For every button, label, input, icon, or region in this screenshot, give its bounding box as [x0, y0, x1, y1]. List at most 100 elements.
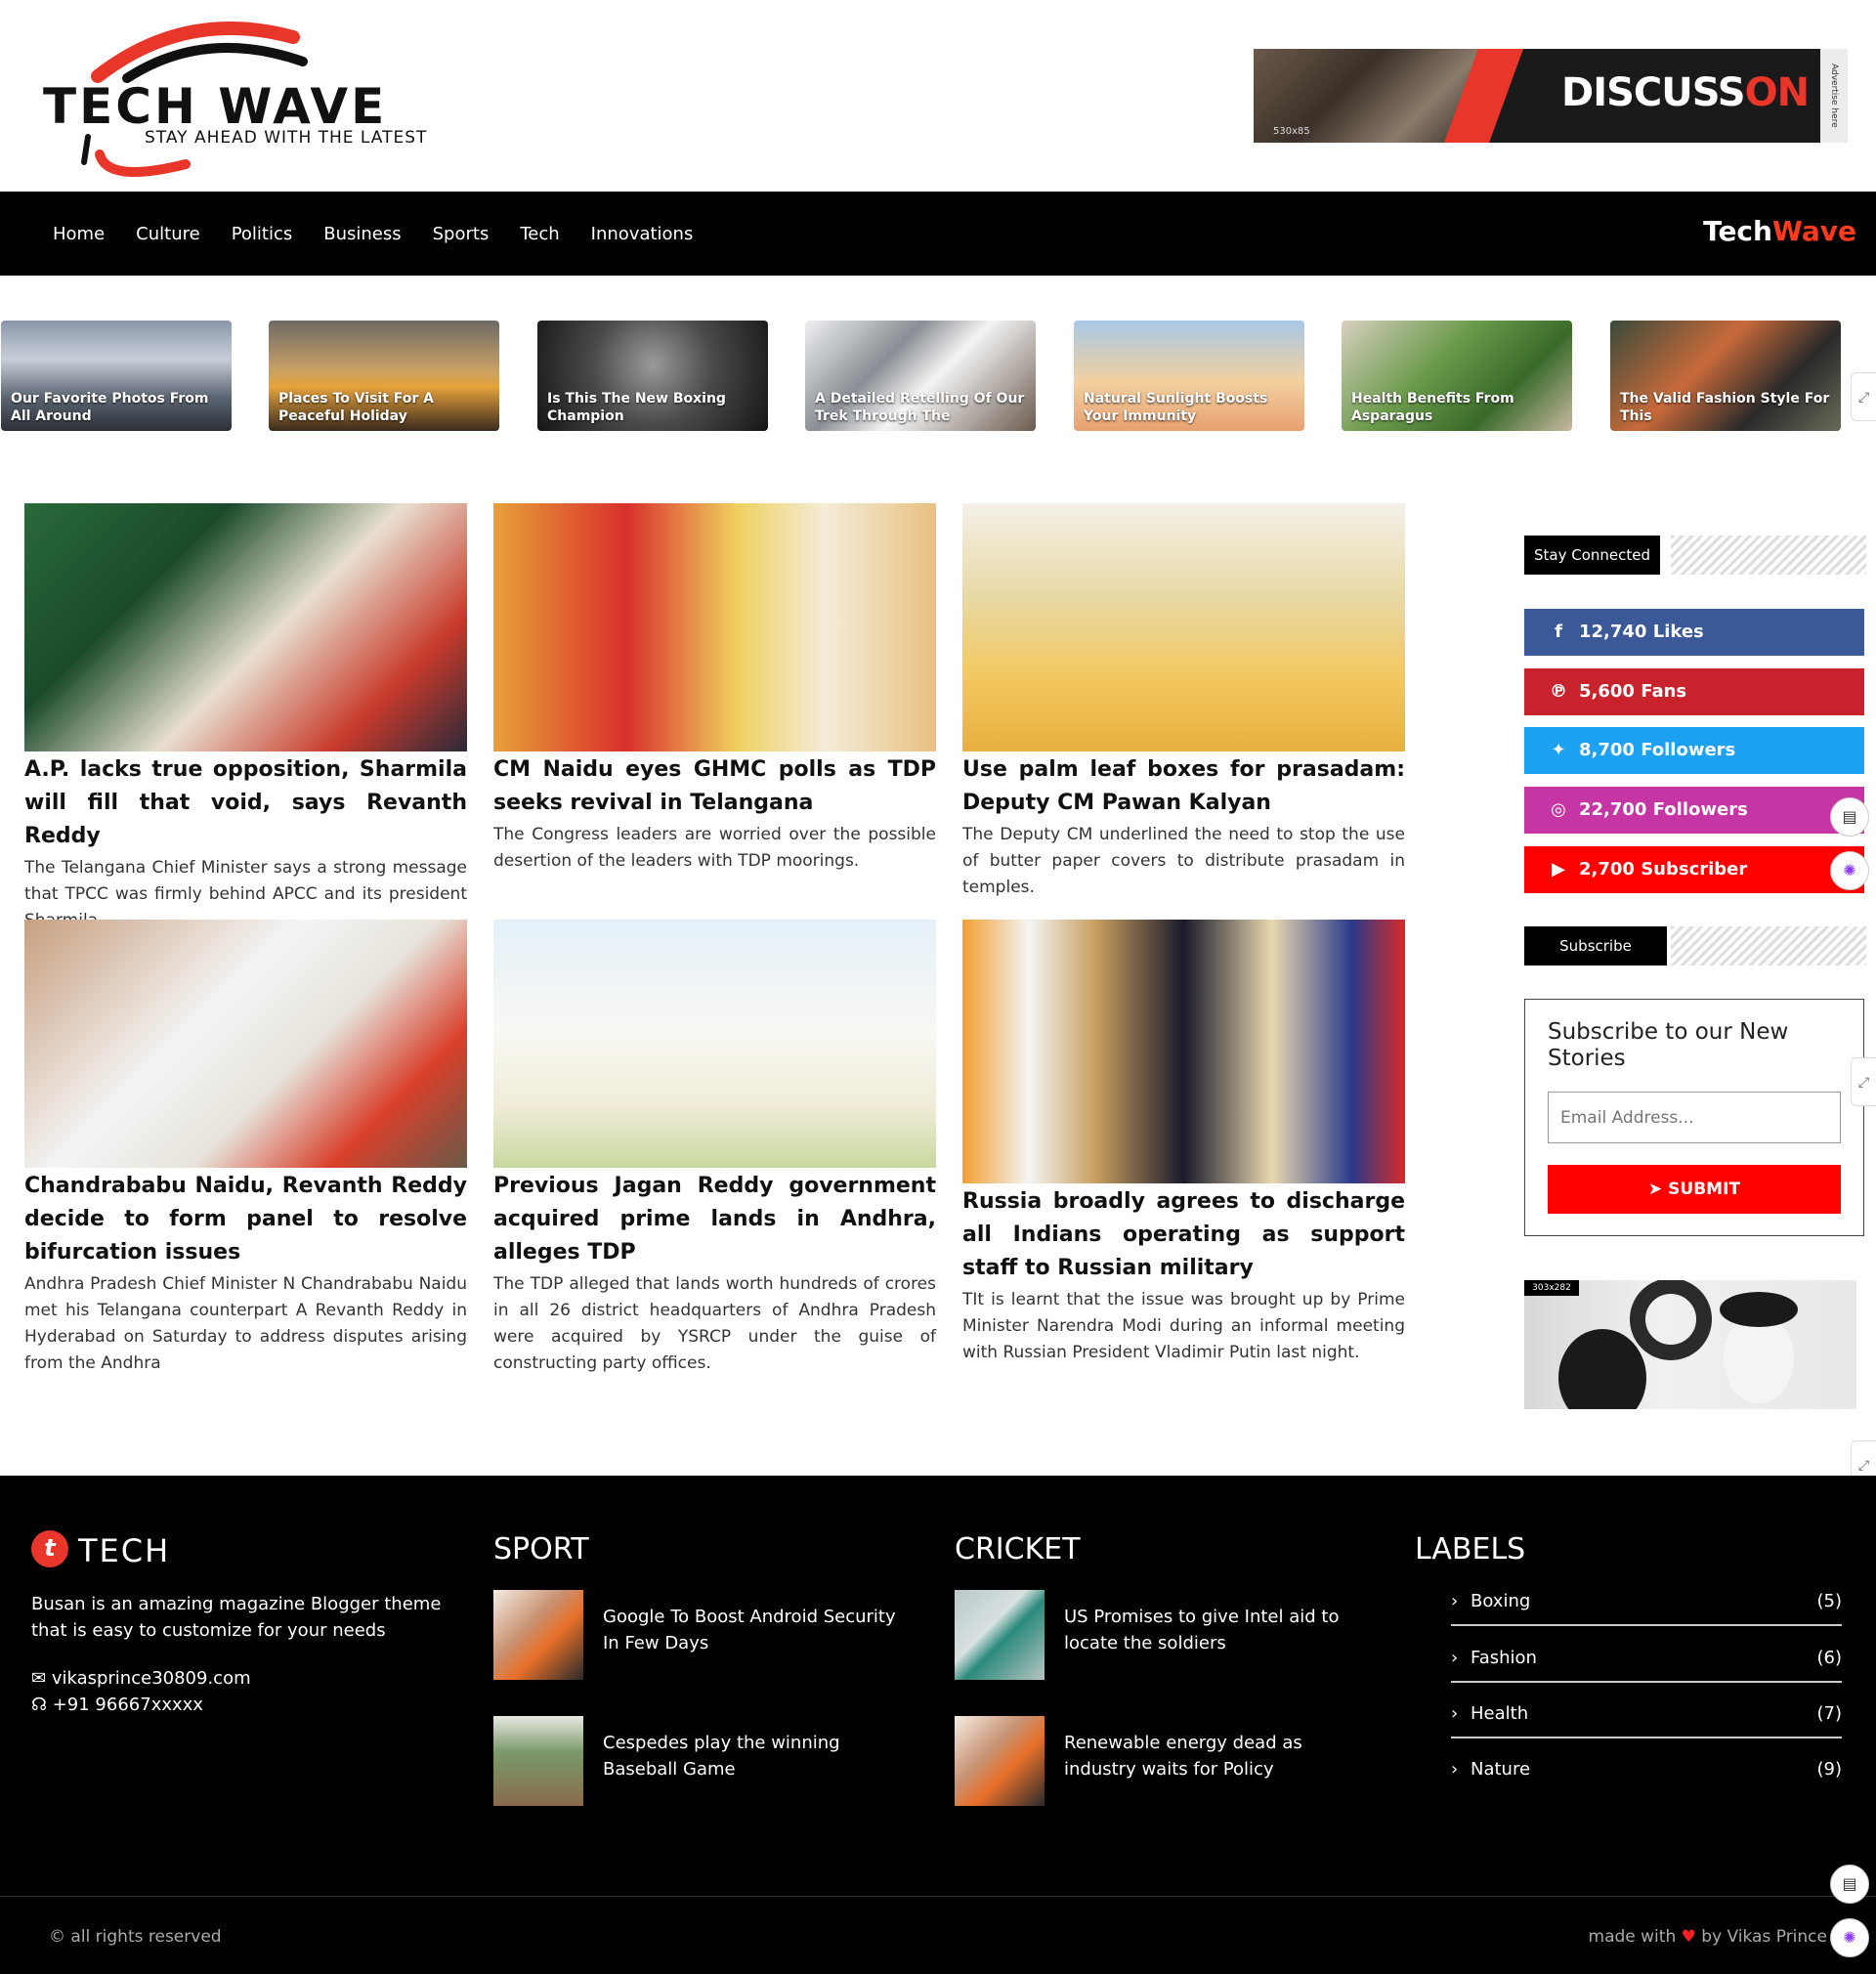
nav-item-business[interactable]: Business — [323, 224, 401, 244]
footer-post-title[interactable]: Google To Boost Android Security In Few … — [603, 1604, 916, 1656]
subscribe-title: Subscribe to our New Stories — [1548, 1019, 1789, 1071]
social-label: 12,740 Likes — [1579, 622, 1704, 642]
stay-connected-label: Stay Connected — [1524, 536, 1661, 575]
footer-post[interactable]: Renewable energy dead as industry waits … — [955, 1716, 1385, 1806]
carousel-caption: Places To Visit For A Peaceful Holiday — [278, 391, 435, 424]
carousel-item[interactable]: Health Benefits From Asparagus — [1342, 321, 1572, 431]
stay-connected-heading: Stay Connected — [1524, 536, 1866, 575]
site-logo[interactable]: TECH WAVE STAY AHEAD WITH THE LATEST — [39, 18, 426, 179]
post-image[interactable] — [24, 503, 467, 751]
label-item-boxing[interactable]: › Boxing (5) — [1451, 1583, 1842, 1626]
footer-post-thumb[interactable] — [493, 1716, 583, 1806]
post-card[interactable]: Previous Jagan Reddy government acquired… — [493, 920, 936, 1377]
expand-tab-icon[interactable]: ⤢ — [1851, 372, 1876, 421]
pinterest-icon: ℗ — [1550, 681, 1567, 702]
post-card[interactable]: A.P. lacks true opposition, Sharmila wil… — [24, 503, 467, 934]
social-youtube[interactable]: ▶ 2,700 Subscriber — [1524, 846, 1864, 893]
youtube-icon: ▶ — [1552, 859, 1565, 880]
social-label: 5,600 Fans — [1579, 681, 1687, 702]
footer-post[interactable]: Google To Boost Android Security In Few … — [493, 1590, 923, 1680]
post-image[interactable] — [962, 503, 1405, 751]
featured-carousel: Our Favorite Photos From All Around Plac… — [0, 321, 1876, 432]
social-facebook[interactable]: f 12,740 Likes — [1524, 609, 1864, 656]
label-name: Fashion — [1471, 1648, 1537, 1668]
post-card[interactable]: Use palm leaf boxes for prasadam: Deputy… — [962, 503, 1405, 901]
post-title[interactable]: CM Naidu eyes GHMC polls as TDP seeks re… — [493, 753, 936, 820]
expand-tab-icon[interactable]: ⤢ — [1851, 1057, 1876, 1106]
label-item-fashion[interactable]: › Fashion (6) — [1451, 1640, 1842, 1683]
facebook-icon: f — [1555, 622, 1562, 642]
twitter-icon: ✦ — [1551, 740, 1566, 760]
post-image[interactable] — [493, 920, 936, 1168]
post-title[interactable]: Russia broadly agrees to discharge all I… — [962, 1185, 1405, 1285]
envelope-icon: ✉ — [31, 1668, 52, 1689]
post-excerpt: The Deputy CM underlined the need to sto… — [962, 825, 1405, 897]
post-card[interactable]: Chandrababu Naidu, Revanth Reddy decide … — [24, 920, 467, 1377]
social-pinterest[interactable]: ℗ 5,600 Fans — [1524, 668, 1864, 715]
footer-phone-row[interactable]: ☊ +91 96667xxxxx — [31, 1692, 251, 1718]
nav-item-home[interactable]: Home — [53, 224, 105, 244]
nav-brand-b: Wave — [1771, 215, 1856, 247]
email-input[interactable] — [1548, 1092, 1841, 1143]
post-card[interactable]: CM Naidu eyes GHMC polls as TDP seeks re… — [493, 503, 936, 875]
carousel-caption: The Valid Fashion Style For This — [1620, 391, 1830, 424]
post-image[interactable] — [962, 920, 1405, 1183]
sport-heading: SPORT — [493, 1532, 589, 1566]
carousel-item[interactable]: Our Favorite Photos From All Around — [1, 321, 232, 431]
submit-label: SUBMIT — [1668, 1180, 1740, 1199]
footer-post-thumb[interactable] — [493, 1590, 583, 1680]
footer-post-thumb[interactable] — [955, 1590, 1045, 1680]
carousel-caption: Our Favorite Photos From All Around — [11, 391, 209, 424]
nav-item-innovations[interactable]: Innovations — [591, 224, 694, 244]
nav-item-sports[interactable]: Sports — [433, 224, 490, 244]
header-ad-banner[interactable]: 530x85 DISCUSSON Advertise here — [1254, 49, 1848, 143]
nav-item-culture[interactable]: Culture — [136, 224, 200, 244]
carousel-caption: Is This The New Boxing Champion — [547, 391, 726, 424]
logo-title: TECH WAVE — [43, 78, 388, 135]
label-name: Nature — [1471, 1759, 1531, 1780]
footer-post-thumb[interactable] — [955, 1716, 1045, 1806]
label-item-nature[interactable]: › Nature (9) — [1451, 1751, 1842, 1794]
post-image[interactable] — [24, 920, 467, 1168]
social-instagram[interactable]: ◎ 22,700 Followers — [1524, 787, 1864, 834]
footer-post-title[interactable]: US Promises to give Intel aid to locate … — [1064, 1604, 1377, 1656]
footer-copyright: © all rights reserved — [49, 1927, 222, 1947]
main-nav: Home Culture Politics Business Sports Te… — [0, 192, 1876, 276]
carousel-item[interactable]: Is This The New Boxing Champion — [537, 321, 768, 431]
social-twitter[interactable]: ✦ 8,700 Followers — [1524, 727, 1864, 774]
carousel-item[interactable]: A Detailed Retelling Of Our Trek Through… — [805, 321, 1036, 431]
sidebar-ad[interactable]: 303x282 — [1524, 1280, 1856, 1409]
brain-icon[interactable]: ✺ — [1830, 851, 1869, 890]
post-title[interactable]: Chandrababu Naidu, Revanth Reddy decide … — [24, 1170, 467, 1269]
post-excerpt: The Congress leaders are worried over th… — [493, 825, 936, 871]
post-title[interactable]: Previous Jagan Reddy government acquired… — [493, 1170, 936, 1269]
footer-post[interactable]: Cespedes play the winning Baseball Game — [493, 1716, 923, 1806]
nav-item-politics[interactable]: Politics — [232, 224, 293, 244]
labels-heading: LABELS — [1415, 1532, 1526, 1566]
footer-post-title[interactable]: Renewable energy dead as industry waits … — [1064, 1730, 1377, 1782]
footer-post-title[interactable]: Cespedes play the winning Baseball Game — [603, 1730, 916, 1782]
footer-email-row[interactable]: ✉ vikasprince30809.com — [31, 1665, 251, 1692]
carousel-item[interactable]: Natural Sunlight Boosts Your Immunity — [1074, 321, 1304, 431]
label-item-health[interactable]: › Health (7) — [1451, 1695, 1842, 1738]
nav-item-tech[interactable]: Tech — [520, 224, 559, 244]
social-label: 22,700 Followers — [1579, 799, 1748, 820]
post-title[interactable]: A.P. lacks true opposition, Sharmila wil… — [24, 753, 467, 853]
send-icon: ➤ — [1647, 1180, 1669, 1199]
made-by-text: by Vikas Prince — [1701, 1927, 1827, 1947]
label-count: (9) — [1816, 1759, 1843, 1780]
label-count: (6) — [1816, 1648, 1843, 1668]
label-name: Boxing — [1471, 1591, 1531, 1611]
reader-icon[interactable]: ▤ — [1830, 797, 1869, 837]
post-image[interactable] — [493, 503, 936, 751]
footer-post[interactable]: US Promises to give Intel aid to locate … — [955, 1590, 1385, 1680]
carousel-item[interactable]: Places To Visit For A Peaceful Holiday — [269, 321, 499, 431]
carousel-item[interactable]: The Valid Fashion Style For This — [1610, 321, 1841, 431]
reader-icon[interactable]: ▤ — [1830, 1865, 1869, 1904]
brain-icon[interactable]: ✺ — [1830, 1918, 1869, 1957]
post-title[interactable]: Use palm leaf boxes for prasadam: Deputy… — [962, 753, 1405, 820]
nav-brand[interactable]: TechWave — [1703, 215, 1856, 247]
post-card[interactable]: Russia broadly agrees to discharge all I… — [962, 920, 1405, 1366]
submit-button[interactable]: ➤ SUBMIT — [1548, 1165, 1841, 1214]
heart-icon: ♥ — [1681, 1927, 1702, 1947]
